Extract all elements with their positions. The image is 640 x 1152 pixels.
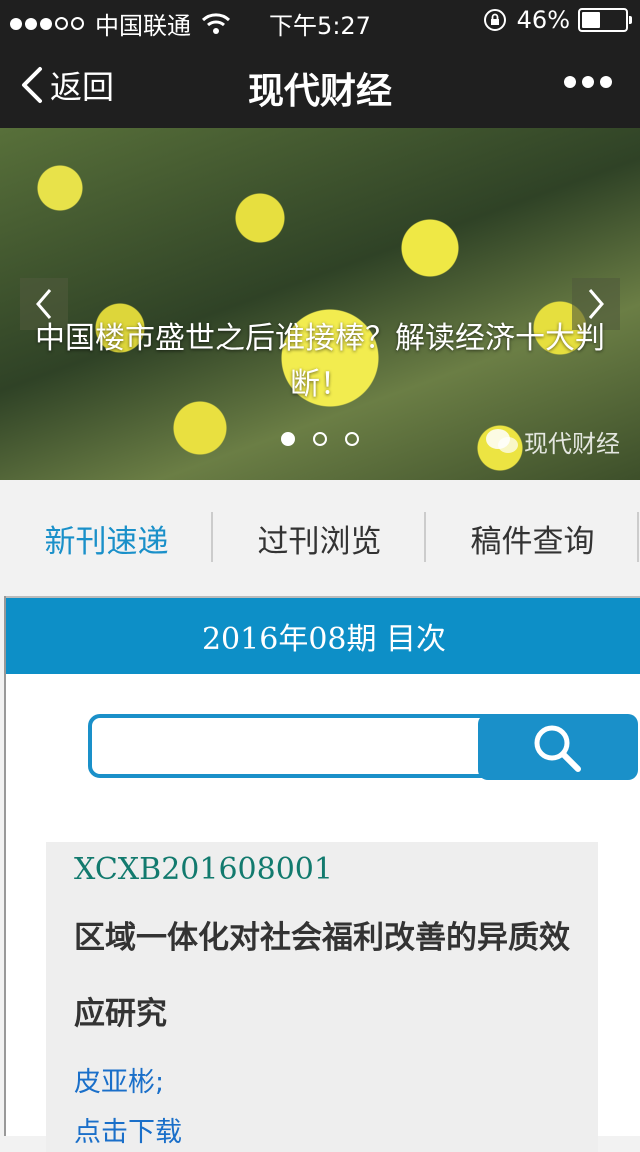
issue-content: 2016年08期 目次 XCXB201608001 区域一体化对社会福利改善的异… bbox=[4, 596, 640, 1152]
issue-header: 2016年08期 目次 bbox=[6, 596, 640, 674]
battery-icon bbox=[578, 8, 632, 32]
page-title: 现代财经 bbox=[247, 71, 392, 112]
wechat-icon bbox=[486, 428, 518, 453]
tab-label: 新刊速递 bbox=[44, 523, 169, 560]
carousel-dot[interactable] bbox=[313, 432, 327, 446]
tab-manuscript-query[interactable]: 稿件查询 bbox=[426, 480, 639, 596]
banner-caption[interactable]: 中国楼市盛世之后谁接棒？解读经济十大判断！ bbox=[0, 316, 640, 408]
carousel-dot[interactable] bbox=[345, 432, 359, 446]
more-dot bbox=[600, 76, 612, 88]
more-dot bbox=[582, 76, 594, 88]
search-input[interactable] bbox=[102, 726, 476, 768]
carousel-dot[interactable] bbox=[281, 432, 295, 446]
watermark-text: 现代财经 bbox=[524, 430, 620, 458]
tab-label: 过刊浏览 bbox=[257, 523, 382, 560]
watermark: 现代财经 bbox=[484, 424, 620, 459]
article-card[interactable]: XCXB201608001 区域一体化对社会福利改善的异质效应研究 皮亚彬; 点… bbox=[46, 842, 598, 1152]
tab-past-issues[interactable]: 过刊浏览 bbox=[213, 480, 426, 596]
search-button[interactable] bbox=[478, 714, 638, 780]
battery-percent: 46% bbox=[516, 6, 570, 34]
tab-label: 稿件查询 bbox=[470, 523, 595, 560]
nav-bar: 返回 现代财经 bbox=[0, 40, 640, 128]
banner-carousel[interactable]: 中国楼市盛世之后谁接棒？解读经济十大判断！ 现代财经 bbox=[0, 128, 640, 480]
article-author[interactable]: 皮亚彬; bbox=[74, 1060, 164, 1099]
more-dot bbox=[564, 76, 576, 88]
lock-rotation-icon bbox=[483, 9, 506, 31]
status-right: 46% bbox=[483, 6, 632, 34]
download-link[interactable]: 点击下载 bbox=[74, 1110, 182, 1149]
status-bar: 中国联通 下午5:27 46% bbox=[0, 0, 640, 40]
article-code: XCXB201608001 bbox=[74, 852, 333, 887]
article-title[interactable]: 区域一体化对社会福利改善的异质效应研究 bbox=[74, 900, 574, 1052]
search-icon bbox=[534, 725, 581, 772]
tab-new-issue[interactable]: 新刊速递 bbox=[0, 480, 213, 596]
tab-bar: 新刊速递 过刊浏览 稿件查询 bbox=[0, 480, 640, 596]
more-icon[interactable] bbox=[558, 76, 612, 88]
battery-fill bbox=[582, 12, 601, 28]
tab-divider bbox=[637, 512, 639, 562]
